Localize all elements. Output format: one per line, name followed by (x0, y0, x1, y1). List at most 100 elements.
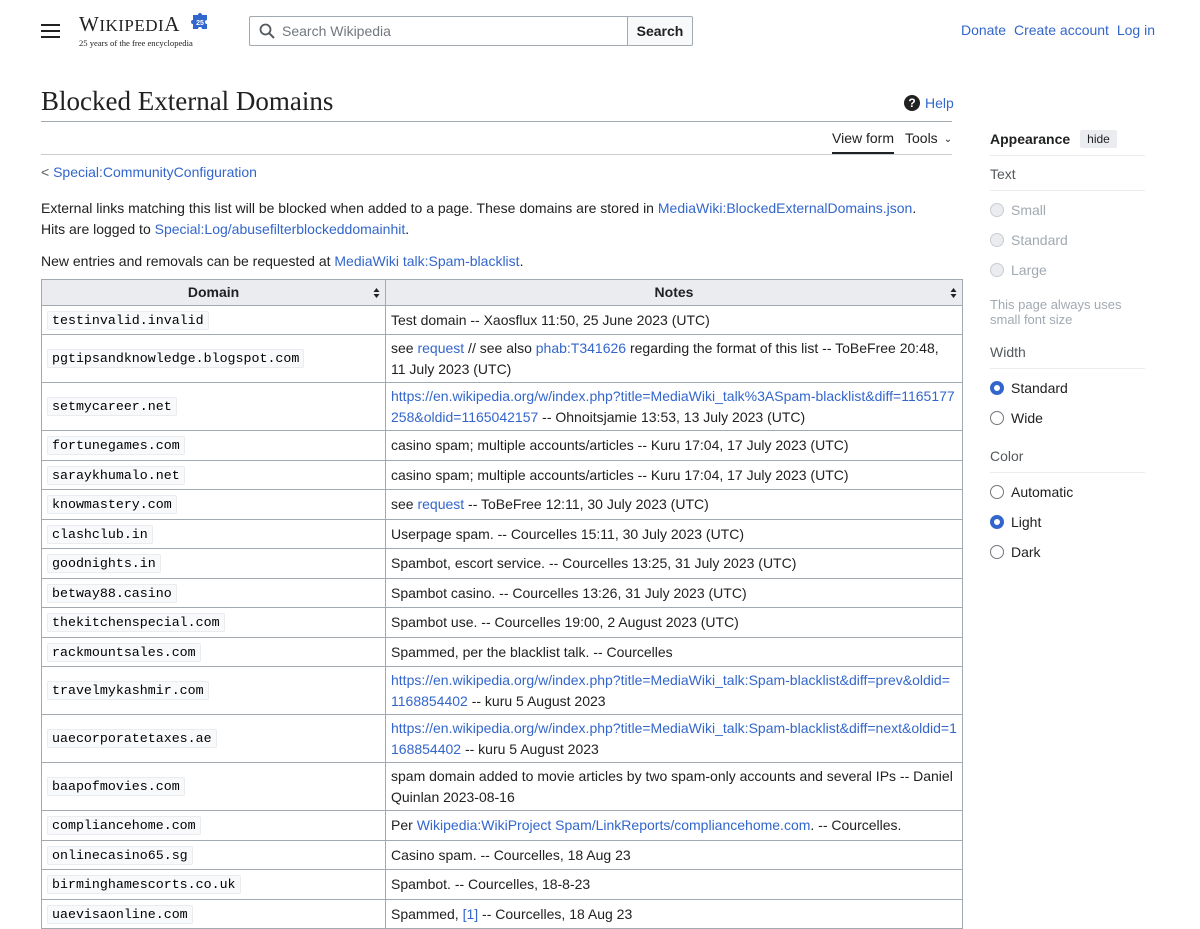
notes-cell: spam domain added to movie articles by t… (385, 762, 963, 811)
puzzle-globe-icon: 25 (191, 13, 207, 29)
domain-code: knowmastery.com (47, 495, 177, 514)
notes-text: casino spam; multiple accounts/articles … (391, 437, 849, 453)
sort-icon (950, 288, 957, 298)
table-row: pgtipsandknowledge.blogspot.com see reque… (41, 334, 963, 383)
logo-wordmark: WIKIPEDIA (79, 12, 180, 36)
color-light-option[interactable]: Light (990, 514, 1041, 530)
domain-code: testinvalid.invalid (47, 310, 209, 330)
text-size-large-option[interactable]: Large (990, 262, 1047, 278)
table-row: thekitchenspecial.com Spambot use. -- Cou… (41, 607, 963, 638)
notes-text: see (391, 340, 418, 356)
donate-link[interactable]: Donate (961, 22, 1006, 38)
domain-code: thekitchenspecial.com (47, 613, 225, 632)
domain-cell: compliancehome.com (41, 810, 386, 841)
notes-text: Spammed, per the blacklist talk. -- Cour… (391, 643, 673, 660)
notes-cell: https://en.wikipedia.org/w/index.php?tit… (385, 666, 963, 715)
notes-text: spam domain added to movie articles by t… (391, 768, 953, 805)
backlink-community-configuration[interactable]: Special:CommunityConfiguration (53, 164, 257, 180)
wikipedia-logo[interactable]: WIKIPEDIA 25 25 years of the free encycl… (73, 10, 215, 50)
domain-cell: travelmykashmir.com (41, 666, 386, 715)
help-link[interactable]: ? Help (904, 95, 954, 111)
notes-text: Spammed, (391, 905, 463, 922)
notes-text: casino spam; multiple accounts/articles … (391, 466, 849, 483)
notes-link[interactable]: request (417, 340, 464, 356)
width-wide-option[interactable]: Wide (990, 410, 1043, 426)
tools-label: Tools (905, 130, 938, 146)
domain-cell: saraykhumalo.net (41, 459, 386, 490)
notes-cell: Spambot casino. -- Courcelles 13:26, 31 … (385, 577, 963, 608)
domain-cell: fortunegames.com (41, 430, 386, 461)
domain-cell: setmycareer.net (41, 382, 386, 431)
domain-code: setmycareer.net (47, 397, 177, 417)
domain-cell: thekitchenspecial.com (41, 607, 386, 638)
spam-blacklist-talk-link[interactable]: MediaWiki talk:Spam-blacklist (334, 253, 519, 269)
column-header-domain[interactable]: Domain (41, 279, 386, 306)
notes-cell: see request // see also phab:T341626 reg… (385, 334, 963, 383)
domain-code: rackmountsales.com (47, 642, 201, 662)
domain-code: clashclub.in (47, 524, 153, 544)
table-row: clashclub.in Userpage spam. -- Courcelles… (41, 518, 963, 549)
search-icon (259, 23, 275, 39)
notes-cell: Spammed, [1] -- Courcelles, 18 Aug 23 (385, 898, 963, 929)
notes-cell: Casino spam. -- Courcelles, 18 Aug 23 (385, 839, 963, 870)
color-dark-option[interactable]: Dark (990, 544, 1041, 560)
domain-cell: betway88.casino (41, 577, 386, 608)
notes-link[interactable]: request (417, 496, 464, 512)
search-input[interactable] (282, 21, 612, 41)
table-row: setmycareer.net https://en.wikipedia.org/… (41, 382, 963, 431)
help-icon: ? (904, 95, 920, 111)
width-standard-option[interactable]: Standard (990, 380, 1068, 396)
table-row: fortunegames.com casino spam; multiple ac… (41, 430, 963, 461)
domain-cell: birminghamescorts.co.uk (41, 869, 386, 900)
notes-text: Userpage spam. -- Courcelles 15:11, 30 J… (391, 525, 745, 542)
main-menu-button[interactable] (41, 23, 60, 39)
font-size-note: This page always uses small font size (990, 297, 1122, 327)
notes-link[interactable]: Wikipedia:WikiProject Spam/LinkReports/c… (417, 817, 811, 833)
table-row: uaecorporatetaxes.ae https://en.wikipedia… (41, 714, 963, 763)
text-size-standard-option[interactable]: Standard (990, 232, 1068, 248)
radio-button (990, 545, 1004, 559)
text-size-small-option[interactable]: Small (990, 202, 1046, 218)
color-automatic-option[interactable]: Automatic (990, 484, 1073, 500)
table-row: uaevisaonline.com Spammed, [1] -- Courcel… (41, 898, 963, 929)
log-in-link[interactable]: Log in (1117, 22, 1155, 38)
tools-dropdown[interactable]: Tools ⌄ (905, 130, 952, 146)
domain-cell: testinvalid.invalid (41, 304, 386, 335)
tab-view-form[interactable]: View form (832, 130, 894, 154)
table-header-row: Domain Notes (41, 279, 963, 306)
column-header-notes[interactable]: Notes (385, 279, 963, 306)
appearance-panel: Appearance hide (990, 129, 1145, 156)
json-page-link[interactable]: MediaWiki:BlockedExternalDomains.json (658, 200, 912, 216)
hide-appearance-button[interactable]: hide (1080, 130, 1117, 148)
domain-code: onlinecasino65.sg (47, 845, 193, 865)
domain-code: betway88.casino (47, 583, 177, 603)
logo-tagline: 25 years of the free encyclopedia (79, 38, 193, 48)
breadcrumb: < Special:CommunityConfiguration (41, 164, 257, 180)
radio-button (990, 203, 1004, 217)
create-account-link[interactable]: Create account (1014, 22, 1109, 38)
notes-text: . -- Courcelles. (810, 817, 902, 833)
notes-text: Casino spam. -- Courcelles, 18 Aug 23 (391, 846, 631, 863)
domain-code: fortunegames.com (47, 436, 185, 455)
notes-text: -- Courcelles, 18 Aug 23 (478, 905, 633, 922)
notes-link[interactable]: phab:T341626 (536, 340, 626, 356)
radio-button-selected (990, 515, 1004, 529)
domain-code: pgtipsandknowledge.blogspot.com (47, 349, 305, 369)
radio-button (990, 233, 1004, 247)
notes-cell: Userpage spam. -- Courcelles 15:11, 30 J… (385, 518, 963, 549)
table-row: birminghamescorts.co.uk Spambot. -- Courc… (41, 869, 963, 900)
notes-text: -- kuru 5 August 2023 (461, 740, 599, 757)
color-section-label: Color (990, 448, 1145, 473)
notes-cell: Spammed, per the blacklist talk. -- Cour… (385, 636, 963, 667)
notes-cell: casino spam; multiple accounts/articles … (385, 459, 963, 490)
log-link[interactable]: Special:Log/abusefilterblockeddomainhit (155, 221, 406, 237)
tabs-divider (41, 154, 952, 155)
domain-code: baapofmovies.com (47, 777, 185, 797)
search-button[interactable]: Search (627, 16, 693, 46)
table-row: goodnights.in Spambot, escort service. --… (41, 548, 963, 579)
notes-text: Spambot use. -- Courcelles 19:00, 2 Augu… (391, 614, 739, 630)
blocked-domains-table: Domain Notes testinvalid.invalid Test dom… (41, 279, 963, 929)
table-row: onlinecasino65.sg Casino spam. -- Courcel… (41, 839, 963, 870)
domain-code: goodnights.in (47, 554, 161, 573)
notes-link[interactable]: [1] (463, 906, 479, 922)
